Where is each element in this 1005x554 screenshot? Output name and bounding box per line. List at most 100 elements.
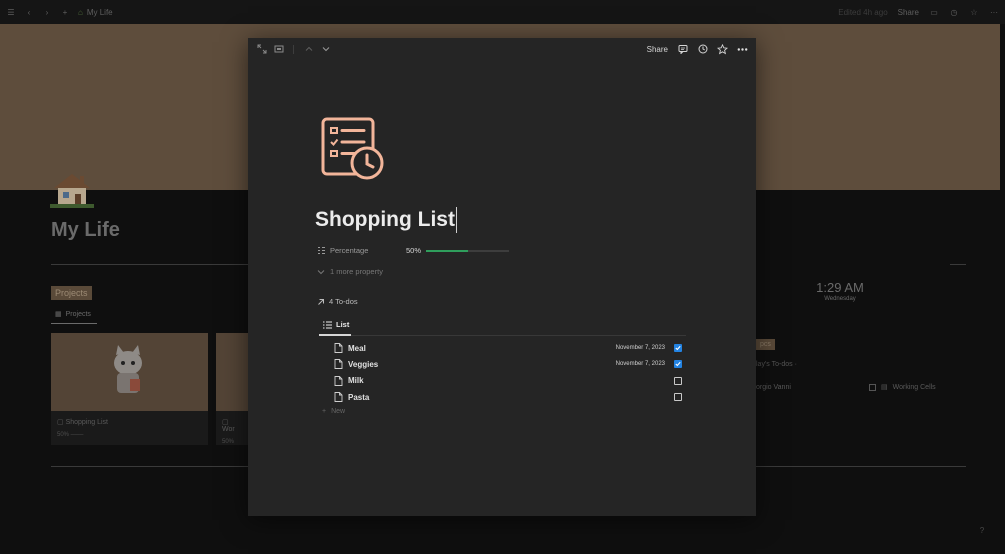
project-card[interactable]: ▢ Wor 50%: [216, 333, 248, 445]
list-item-name[interactable]: Meal: [348, 344, 616, 353]
new-page-icon[interactable]: +: [60, 8, 70, 17]
list-item-name[interactable]: Veggies: [348, 360, 616, 369]
house-icon: [50, 174, 94, 208]
chevron-up-icon[interactable]: [303, 44, 314, 55]
comment-icon[interactable]: ▭: [929, 8, 939, 17]
new-item-button[interactable]: + New: [322, 408, 345, 415]
tab-underline: [319, 334, 351, 336]
clock-time: 1:29 AM: [816, 280, 864, 295]
house-icon: ⌂: [78, 7, 83, 17]
new-item-label: New: [331, 408, 346, 415]
list-item[interactable]: Veggies November 7, 2023: [334, 356, 682, 372]
page-title-text[interactable]: Shopping List: [315, 208, 455, 232]
list-item-name[interactable]: Milk: [348, 376, 665, 385]
star-icon[interactable]: [717, 43, 728, 55]
checkbox[interactable]: [869, 383, 876, 391]
list-item[interactable]: Pasta: [334, 389, 682, 405]
page-title[interactable]: Shopping List: [315, 207, 457, 233]
list-item[interactable]: Milk: [334, 373, 682, 389]
percentage-value: 50%: [406, 246, 422, 255]
breadcrumb[interactable]: ⌂ My Life: [78, 8, 113, 17]
edited-status: Edited 4h ago: [838, 7, 888, 17]
checkbox[interactable]: [674, 393, 682, 402]
checkbox[interactable]: [674, 360, 682, 369]
relation-label: 4 To-dos: [329, 297, 358, 306]
back-icon[interactable]: ‹: [24, 8, 34, 17]
more-properties-toggle[interactable]: 1 more property: [317, 267, 383, 276]
card-label: ▢ Shopping List: [57, 419, 108, 426]
projects-heading: Projects: [51, 286, 92, 300]
share-button[interactable]: Share: [647, 45, 668, 54]
checkbox[interactable]: [674, 344, 682, 353]
breadcrumb-label: My Life: [86, 7, 113, 17]
divider: [51, 264, 248, 265]
todo-list: Meal November 7, 2023 Veggies November 7…: [334, 340, 682, 405]
person-label: orgio Vanni: [756, 384, 791, 391]
document-icon: [334, 392, 343, 402]
document-icon: [334, 359, 343, 370]
forward-icon[interactable]: ›: [42, 8, 52, 17]
more-icon[interactable]: ···: [989, 8, 999, 17]
clock-icon[interactable]: ◷: [949, 8, 959, 17]
checklist-clock-icon[interactable]: [320, 116, 386, 182]
docs-heading: pcs: [756, 339, 775, 350]
card-cover: [216, 333, 248, 411]
working-cells-item[interactable]: ▤ Working Cells: [869, 383, 936, 391]
property-row[interactable]: Percentage 50%: [317, 246, 510, 255]
checkmark-icon: [675, 345, 681, 351]
background-page-title: My Life: [51, 219, 120, 241]
list-item-name[interactable]: Pasta: [348, 393, 665, 402]
list-icon: [323, 321, 332, 328]
list-item-date: November 7, 2023: [615, 361, 665, 368]
checkbox[interactable]: [674, 376, 682, 385]
document-icon: ▤: [881, 384, 888, 391]
more-icon[interactable]: [737, 44, 748, 55]
working-cells-label: Working Cells: [892, 383, 936, 391]
document-icon: [334, 343, 343, 354]
clock-day: Wednesday: [824, 296, 856, 302]
comment-icon[interactable]: [677, 44, 688, 55]
checkmark-icon: [675, 362, 681, 367]
list-item[interactable]: Meal November 7, 2023: [334, 340, 682, 356]
star-icon[interactable]: ☆: [969, 8, 979, 17]
app-topbar: ☰ ‹ › + ⌂ My Life Edited 4h ago Share ▭ …: [0, 0, 1005, 24]
tab-projects-label: Projects: [65, 310, 91, 318]
expand-icon[interactable]: [256, 44, 267, 55]
topbar-share-button[interactable]: Share: [898, 8, 919, 17]
chevron-down-icon: [317, 269, 325, 274]
menu-icon[interactable]: ☰: [6, 8, 16, 17]
progress-bar-fill: [426, 249, 468, 252]
more-properties-label: 1 more property: [330, 267, 383, 276]
divider: [950, 264, 966, 265]
history-icon[interactable]: [697, 44, 708, 55]
property-value[interactable]: 50%: [406, 246, 510, 255]
clock-widget: 1:29 AM Wednesday: [800, 280, 880, 302]
todos-label: lay's To-dos ·: [756, 361, 797, 368]
arrow-up-right-icon: [318, 298, 324, 305]
card-percent: 50%: [222, 439, 235, 445]
progress-bar: [426, 249, 510, 252]
peek-mode-icon[interactable]: [273, 44, 284, 55]
relation-link[interactable]: 4 To-dos: [317, 297, 358, 306]
chevron-down-icon[interactable]: [320, 44, 331, 55]
formula-icon: [318, 247, 325, 254]
tab-underline: [51, 323, 97, 324]
modal-toolbar: Share: [248, 38, 756, 60]
table-icon: ▦: [55, 311, 62, 318]
tab-projects[interactable]: ▦ Projects: [55, 310, 91, 319]
toolbar-separator: [293, 44, 294, 54]
page-peek-modal: Share Shopping List Percentage 50% 1 mor…: [248, 38, 756, 516]
plus-icon: +: [322, 408, 327, 415]
text-cursor: [455, 207, 457, 233]
list-item-date: November 7, 2023: [615, 345, 665, 352]
tab-list-label: List: [336, 320, 350, 329]
card-percent: 50% ───: [57, 432, 84, 438]
card-label: ▢ Wor: [222, 419, 235, 433]
view-divider: [319, 335, 686, 336]
cat-illustration-icon: [114, 345, 142, 393]
document-icon: [334, 375, 343, 386]
property-label: Percentage: [330, 246, 369, 255]
tab-list-view[interactable]: List: [323, 320, 349, 329]
help-button[interactable]: ?: [975, 524, 989, 538]
property-name[interactable]: Percentage: [317, 246, 406, 255]
